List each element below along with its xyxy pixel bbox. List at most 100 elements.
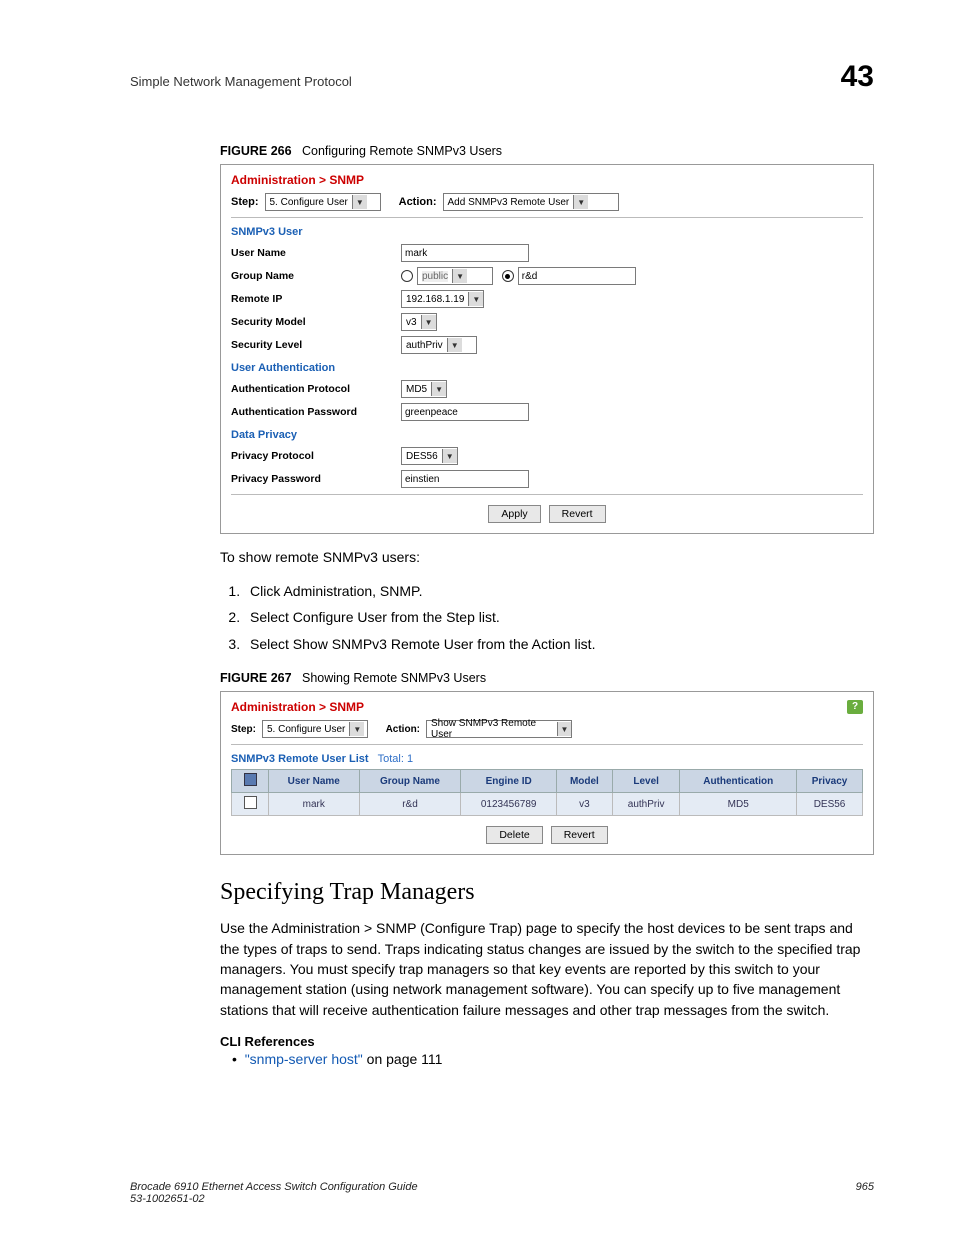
- chevron-down-icon: ▼: [442, 449, 457, 463]
- group-public-radio[interactable]: [401, 270, 413, 282]
- remote-ip-value: 192.168.1.19: [406, 294, 464, 305]
- chevron-down-icon: ▼: [421, 315, 436, 329]
- chevron-down-icon: ▼: [452, 269, 467, 283]
- privacy-protocol-select[interactable]: DES56 ▼: [401, 447, 458, 465]
- remote-ip-label: Remote IP: [231, 293, 401, 305]
- action-label: Action:: [399, 196, 437, 208]
- auth-password-label: Authentication Password: [231, 406, 401, 418]
- security-model-label: Security Model: [231, 316, 401, 328]
- action-label-2: Action:: [386, 724, 420, 735]
- security-model-value: v3: [406, 317, 417, 328]
- col-group-name: Group Name: [359, 770, 461, 793]
- help-icon[interactable]: ?: [847, 700, 863, 714]
- list-total: Total: 1: [378, 753, 413, 765]
- privacy-protocol-value: DES56: [406, 451, 438, 462]
- section-heading: Specifying Trap Managers: [220, 879, 874, 906]
- security-model-select[interactable]: v3 ▼: [401, 313, 437, 331]
- col-engine-id: Engine ID: [461, 770, 556, 793]
- step-value: 5. Configure User: [270, 197, 348, 208]
- col-model: Model: [556, 770, 612, 793]
- remote-ip-select[interactable]: 192.168.1.19 ▼: [401, 290, 484, 308]
- step-value-2: 5. Configure User: [267, 724, 345, 735]
- section-user-auth: User Authentication: [231, 362, 863, 374]
- group-public-select[interactable]: public ▼: [417, 267, 493, 285]
- security-level-label: Security Level: [231, 339, 401, 351]
- group-name-label: Group Name: [231, 270, 401, 282]
- cell-authentication: MD5: [680, 793, 797, 816]
- col-user-name: User Name: [269, 770, 360, 793]
- chevron-down-icon: ▼: [431, 382, 446, 396]
- section-paragraph: Use the Administration > SNMP (Configure…: [220, 918, 874, 1019]
- group-public-value: public: [422, 271, 448, 282]
- chevron-down-icon: ▼: [352, 195, 367, 209]
- security-level-select[interactable]: authPriv ▼: [401, 336, 477, 354]
- cli-references-heading: CLI References: [220, 1034, 874, 1049]
- chevron-down-icon: ▼: [557, 722, 571, 736]
- list-title: SNMPv3 Remote User List: [231, 753, 369, 765]
- footer-title: Brocade 6910 Ethernet Access Switch Conf…: [130, 1181, 418, 1193]
- cli-reference-item: • "snmp-server host" on page 111: [232, 1051, 874, 1067]
- cell-group-name: r&d: [359, 793, 461, 816]
- cell-user-name: mark: [269, 793, 360, 816]
- apply-button[interactable]: Apply: [488, 505, 540, 523]
- steps-list: Click Administration, SNMP. Select Confi…: [220, 578, 874, 658]
- col-privacy: Privacy: [797, 770, 863, 793]
- cell-model: v3: [556, 793, 612, 816]
- privacy-password-label: Privacy Password: [231, 473, 401, 485]
- col-authentication: Authentication: [680, 770, 797, 793]
- step-select[interactable]: 5. Configure User ▼: [265, 193, 381, 211]
- action-select[interactable]: Add SNMPv3 Remote User ▼: [443, 193, 619, 211]
- footer-docnum: 53-1002651-02: [130, 1193, 418, 1205]
- step-select-2[interactable]: 5. Configure User ▼: [262, 720, 368, 738]
- section-snmpv3-user: SNMPv3 User: [231, 226, 863, 238]
- figure-266-label: FIGURE 266: [220, 144, 292, 158]
- auth-password-input[interactable]: [401, 403, 529, 421]
- cell-privacy: DES56: [797, 793, 863, 816]
- step-label: Step:: [231, 196, 259, 208]
- privacy-protocol-label: Privacy Protocol: [231, 450, 401, 462]
- figure-267-label: FIGURE 267: [220, 671, 292, 685]
- figure-266-caption: FIGURE 266 Configuring Remote SNMPv3 Use…: [220, 144, 874, 158]
- auth-protocol-value: MD5: [406, 384, 427, 395]
- user-table: User Name Group Name Engine ID Model Lev…: [231, 769, 863, 816]
- config-panel: Administration > SNMP Step: 5. Configure…: [220, 164, 874, 534]
- group-custom-radio[interactable]: [502, 270, 514, 282]
- page-number: 965: [856, 1181, 874, 1205]
- action-value-2: Show SNMPv3 Remote User: [431, 718, 553, 740]
- user-name-input[interactable]: [401, 244, 529, 262]
- security-level-value: authPriv: [406, 340, 443, 351]
- privacy-password-input[interactable]: [401, 470, 529, 488]
- revert-button[interactable]: Revert: [549, 505, 606, 523]
- list-panel: ? Administration > SNMP Step: 5. Configu…: [220, 691, 874, 855]
- breadcrumb: Administration > SNMP: [231, 173, 863, 187]
- figure-267-caption: FIGURE 267 Showing Remote SNMPv3 Users: [220, 671, 874, 685]
- action-value: Add SNMPv3 Remote User: [448, 197, 570, 208]
- breadcrumb-2: Administration > SNMP: [231, 700, 863, 714]
- figure-266-title: Configuring Remote SNMPv3 Users: [302, 144, 502, 158]
- cli-link-suffix: on page 111: [363, 1051, 443, 1067]
- chevron-down-icon: ▼: [468, 292, 483, 306]
- row-checkbox[interactable]: [244, 796, 257, 809]
- cell-engine-id: 0123456789: [461, 793, 556, 816]
- chevron-down-icon: ▼: [447, 338, 462, 352]
- figure-267-title: Showing Remote SNMPv3 Users: [302, 671, 486, 685]
- group-custom-input[interactable]: [518, 267, 636, 285]
- chevron-down-icon: ▼: [573, 195, 588, 209]
- running-header: Simple Network Management Protocol: [130, 74, 352, 89]
- action-select-2[interactable]: Show SNMPv3 Remote User ▼: [426, 720, 572, 738]
- step-1: Click Administration, SNMP.: [244, 578, 874, 605]
- table-header-row: User Name Group Name Engine ID Model Lev…: [232, 770, 863, 793]
- user-name-label: User Name: [231, 247, 401, 259]
- cli-link[interactable]: "snmp-server host": [245, 1051, 363, 1067]
- auth-protocol-label: Authentication Protocol: [231, 383, 401, 395]
- select-all-checkbox[interactable]: [244, 773, 257, 786]
- section-data-privacy: Data Privacy: [231, 429, 863, 441]
- delete-button[interactable]: Delete: [486, 826, 542, 844]
- revert-button-2[interactable]: Revert: [551, 826, 608, 844]
- chapter-number: 43: [841, 60, 874, 94]
- auth-protocol-select[interactable]: MD5 ▼: [401, 380, 447, 398]
- col-level: Level: [612, 770, 679, 793]
- step-3: Select Show SNMPv3 Remote User from the …: [244, 631, 874, 658]
- step-label-2: Step:: [231, 724, 256, 735]
- chevron-down-icon: ▼: [349, 722, 364, 736]
